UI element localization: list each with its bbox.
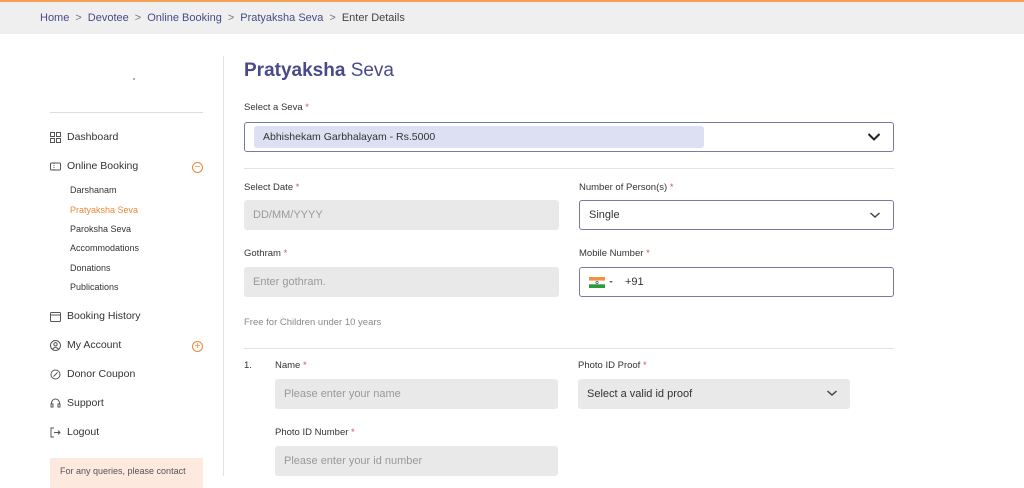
id-proof-placeholder: Select a valid id proof	[587, 388, 693, 400]
logo	[133, 78, 135, 80]
india-flag-icon	[589, 276, 605, 288]
required-mark: *	[302, 360, 307, 371]
sidebar-item-label: Support	[67, 397, 104, 409]
breadcrumb-online-booking[interactable]: Online Booking	[147, 12, 222, 24]
sidebar-divider	[50, 112, 203, 113]
breadcrumb: Home > Devotee > Online Booking > Pratya…	[0, 2, 1024, 34]
chevron-down-icon	[827, 390, 837, 397]
ticket-icon	[50, 162, 61, 170]
mobile-label: Mobile Number *	[579, 248, 650, 259]
gothram-placeholder: Enter gothram.	[253, 276, 326, 288]
expand-icon[interactable]: +	[192, 341, 203, 352]
support-icon	[50, 398, 61, 407]
mobile-country-code: +91	[625, 276, 644, 288]
gothram-input[interactable]: Enter gothram.	[244, 267, 559, 297]
id-number-input[interactable]: Please enter your id number	[275, 446, 558, 476]
required-mark: *	[283, 248, 288, 259]
breadcrumb-separator: >	[227, 12, 235, 24]
collapse-icon[interactable]: −	[192, 162, 203, 173]
date-input[interactable]: DD/MM/YYYY	[244, 200, 559, 230]
gothram-label-text: Gothram	[244, 248, 281, 259]
help-text: For any queries, please contact	[60, 466, 186, 476]
persons-label-text: Number of Person(s)	[579, 182, 668, 193]
logout-icon	[50, 427, 61, 437]
sidebar-subitem-accommodations[interactable]: Accommodations	[70, 243, 139, 253]
date-label: Select Date *	[244, 182, 299, 193]
id-number-placeholder: Please enter your id number	[284, 455, 423, 467]
id-proof-label: Photo ID Proof *	[578, 360, 647, 371]
sidebar-item-online-booking[interactable]: Online Booking	[50, 160, 138, 172]
seva-label: Select a Seva *	[244, 102, 309, 113]
breadcrumb-home[interactable]: Home	[40, 12, 69, 24]
id-number-label: Photo ID Number *	[275, 427, 355, 438]
seva-label-text: Select a Seva	[244, 102, 303, 113]
grid-icon	[50, 131, 61, 143]
seva-selected-value: Abhishekam Garbhalayam - Rs.5000	[263, 131, 436, 143]
seva-selected-chip: Abhishekam Garbhalayam - Rs.5000	[254, 126, 704, 148]
breadcrumb-separator: >	[134, 12, 142, 24]
id-proof-label-text: Photo ID Proof	[578, 360, 641, 371]
chevron-down-icon	[867, 133, 881, 141]
caret-down-icon[interactable]	[608, 279, 614, 285]
page-title-bold: Pratyaksha	[244, 60, 346, 81]
person-index: 1.	[244, 360, 252, 371]
required-mark: *	[669, 182, 674, 193]
required-mark: *	[295, 182, 300, 193]
name-label-text: Name	[275, 360, 301, 371]
breadcrumb-pratyaksha-seva[interactable]: Pratyaksha Seva	[240, 12, 323, 24]
sidebar-item-dashboard[interactable]: Dashboard	[50, 131, 118, 143]
page-title: Pratyaksha Seva	[244, 60, 394, 82]
name-input[interactable]: Please enter your name	[275, 379, 558, 409]
coupon-icon	[50, 369, 61, 379]
name-placeholder: Please enter your name	[284, 388, 401, 400]
required-mark: *	[351, 427, 355, 438]
sidebar-item-label: Online Booking	[67, 160, 139, 172]
sidebar-subitem-pratyaksha-seva[interactable]: Pratyaksha Seva	[70, 205, 138, 215]
user-circle-icon	[50, 339, 61, 351]
page-title-light: Seva	[350, 60, 394, 81]
breadcrumb-devotee[interactable]: Devotee	[88, 12, 129, 24]
required-mark: *	[642, 360, 647, 371]
id-number-label-text: Photo ID Number	[275, 427, 349, 438]
mobile-label-text: Mobile Number	[579, 248, 644, 259]
mobile-input[interactable]: +91	[579, 267, 894, 297]
calendar-icon	[50, 311, 61, 322]
sidebar-item-label: Dashboard	[67, 131, 119, 143]
required-mark: *	[305, 102, 309, 113]
id-proof-select[interactable]: Select a valid id proof	[578, 379, 850, 409]
date-placeholder: DD/MM/YYYY	[253, 209, 323, 221]
sidebar-item-label: Donor Coupon	[67, 368, 136, 380]
sidebar-item-label: Booking History	[67, 310, 141, 322]
chevron-down-icon	[870, 212, 880, 219]
children-note: Free for Children under 10 years	[244, 317, 382, 328]
help-box: For any queries, please contact	[50, 458, 203, 488]
name-label: Name *	[275, 360, 307, 371]
breadcrumb-separator: >	[75, 12, 82, 24]
persons-label: Number of Person(s) *	[579, 182, 674, 193]
sidebar-item-my-account[interactable]: My Account	[50, 339, 121, 351]
sidebar: Dashboard Online Booking − Darshanam Pra…	[50, 34, 203, 488]
sidebar-subitem-donations[interactable]: Donations	[70, 263, 111, 273]
content-divider	[223, 56, 224, 476]
persons-select[interactable]: Single	[579, 200, 894, 230]
required-mark: *	[646, 248, 650, 259]
gothram-label: Gothram *	[244, 248, 287, 259]
date-label-text: Select Date	[244, 182, 294, 193]
breadcrumb-separator: >	[329, 12, 336, 24]
sidebar-item-label: My Account	[67, 339, 122, 351]
sidebar-item-support[interactable]: Support	[50, 397, 104, 409]
sidebar-item-logout[interactable]: Logout	[50, 426, 99, 438]
sidebar-item-label: Logout	[67, 426, 100, 438]
sidebar-item-donor-coupon[interactable]: Donor Coupon	[50, 368, 135, 380]
section-divider	[244, 168, 894, 169]
sidebar-subitem-darshanam[interactable]: Darshanam	[70, 185, 117, 195]
seva-select[interactable]: Abhishekam Garbhalayam - Rs.5000	[244, 122, 894, 152]
breadcrumb-current: Enter Details	[341, 12, 405, 24]
persons-value: Single	[589, 209, 620, 221]
sidebar-subitem-paroksha-seva[interactable]: Paroksha Seva	[70, 224, 131, 234]
section-divider	[244, 348, 894, 349]
sidebar-subitem-publications[interactable]: Publications	[70, 282, 119, 292]
sidebar-item-booking-history[interactable]: Booking History	[50, 310, 141, 322]
